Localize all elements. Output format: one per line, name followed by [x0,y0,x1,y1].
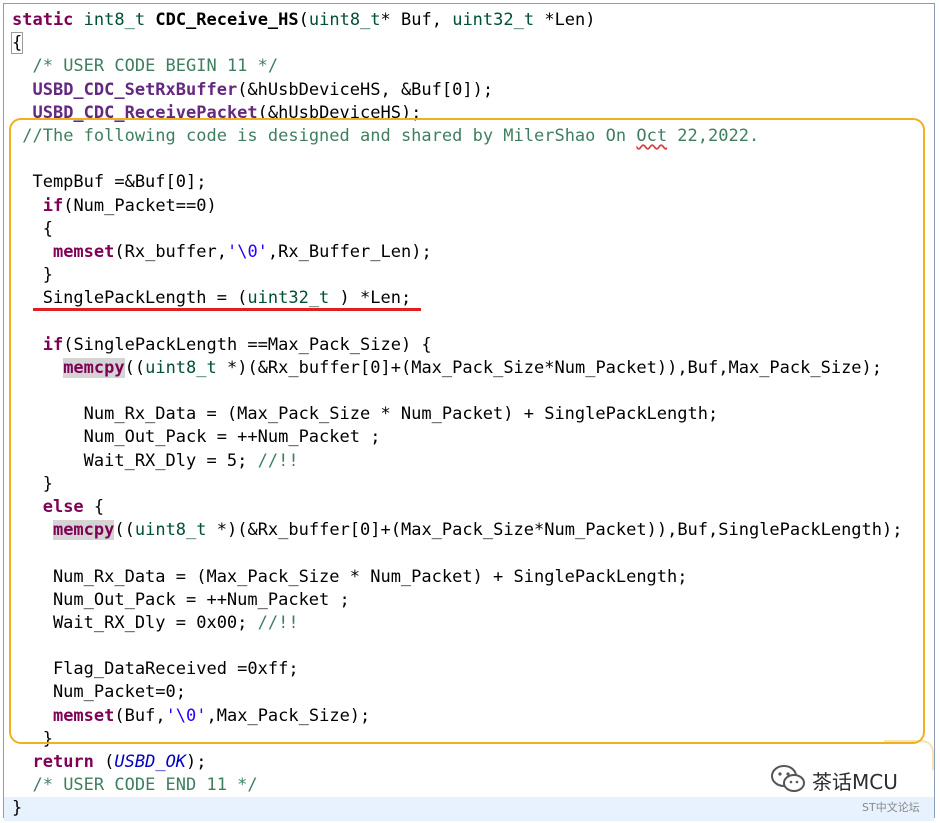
code-token: /* USER CODE END 11 */ [32,775,258,796]
code-token: *Len) [534,10,596,30]
code-token: { [10,32,24,55]
code-token: /* USER CODE BEGIN 11 */ [32,56,279,77]
highlight-box-annotation [9,118,925,744]
code-token: (&hUsbDeviceHS, &Buf[0]); [237,79,494,100]
code-token: uint8_t [308,10,381,30]
red-underline-annotation [33,308,421,311]
wechat-icon [771,765,805,792]
code-token: USBD_OK [114,752,187,772]
code-token: USBD_CDC_SetRxBuffer [32,79,238,100]
code-token: static [12,10,74,30]
watermark-name: 茶话MCU [812,770,898,794]
code-token: uint32_t [452,10,535,30]
code-token: CDC_Receive_HS [155,10,299,30]
code-token: } [12,798,23,819]
watermark-subtitle: ST中文论坛 [862,801,920,814]
code-token: ); [186,752,207,772]
code-token: ( [93,752,115,772]
code-line[interactable]: static int8_t CDC_Receive_HS(uint8_t* Bu… [12,9,934,32]
code-line[interactable]: /* USER CODE BEGIN 11 */ [12,55,934,78]
code-token: ( [298,10,309,30]
code-token: int8_t [83,10,146,30]
code-token: * Buf, [380,10,453,30]
watermark: 茶话MCU ST中文论坛 [770,760,935,815]
code-line[interactable]: { [10,32,934,55]
code-token: return [32,752,94,772]
code-line[interactable]: USBD_CDC_SetRxBuffer(&hUsbDeviceHS, &Buf… [12,79,934,102]
